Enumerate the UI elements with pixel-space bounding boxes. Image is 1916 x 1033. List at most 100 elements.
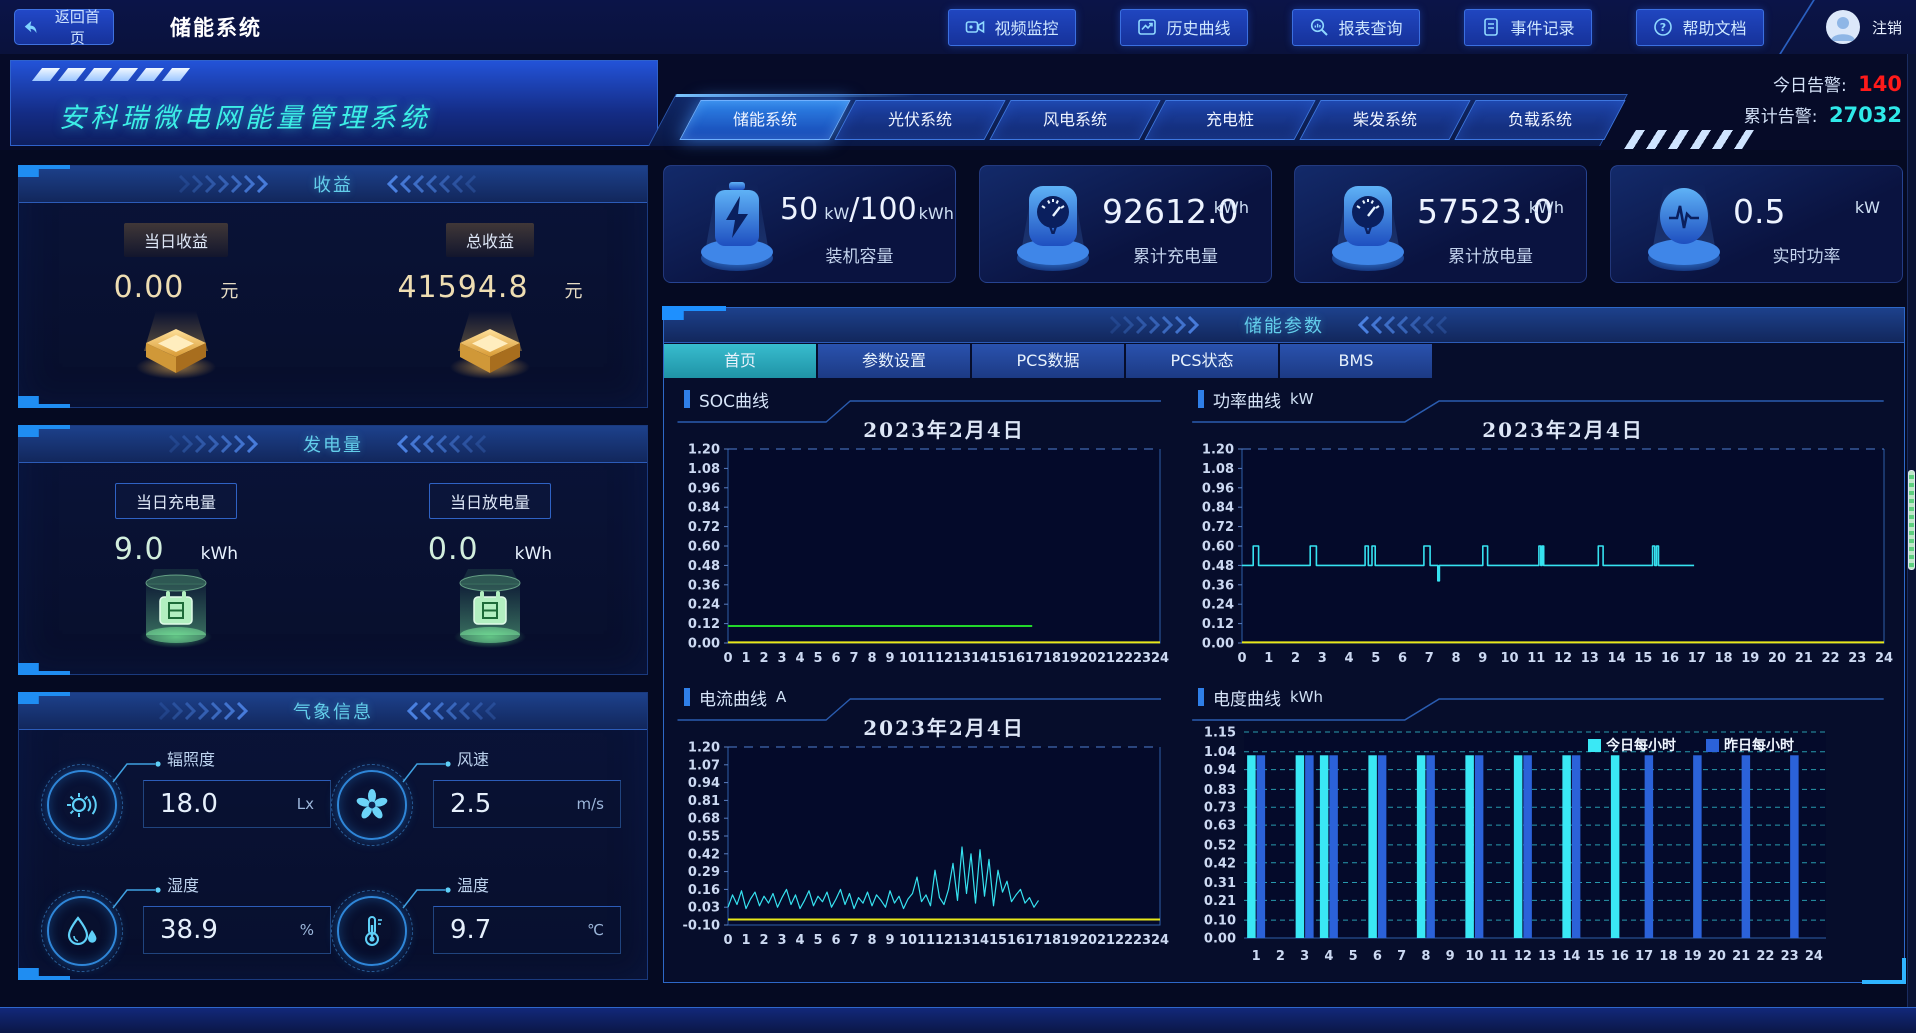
tab-bms[interactable]: BMS [1280,344,1432,378]
system-title: 安科瑞微电网能量管理系统 [59,96,431,135]
svg-text:10: 10 [899,933,917,948]
back-home-label: 返回首页 [48,6,107,48]
svg-text:9: 9 [1446,949,1455,964]
alert-today-label: 今日告警: [1773,76,1847,96]
svg-text:13: 13 [953,933,971,948]
svg-text:23: 23 [1133,933,1151,948]
daily-charge-value: 9.0 [114,532,165,567]
back-home-button[interactable]: 返回首页 [14,9,114,45]
svg-text:6: 6 [831,651,840,666]
daily-charge-unit: kWh [201,544,238,564]
tab-charging-pile[interactable]: 充电桩 [1144,100,1315,140]
scrollbar-thumb[interactable] [1908,470,1915,570]
svg-text:18: 18 [1043,933,1061,948]
svg-text:0.94: 0.94 [1204,763,1236,778]
video-monitor-button[interactable]: 视频监控 [948,9,1076,46]
navbar-actions: 视频监控 历史曲线 报表查询 [948,9,1764,46]
temperature-unit: ℃ [587,921,604,939]
svg-text:0.42: 0.42 [1204,856,1236,871]
irradiance-label: 辐照度 [167,746,215,770]
svg-text:今日每小时: 今日每小时 [1605,737,1676,754]
user-avatar-icon[interactable] [1826,10,1860,44]
svg-text:0.83: 0.83 [1204,783,1236,798]
realtime-power-card: 0.5 kW 实时功率 [1610,165,1903,283]
alert-total-row: 累计告警: 27032 [1744,101,1902,132]
user-area: 注销 [1826,10,1902,44]
svg-text:0.24: 0.24 [688,598,720,613]
total-income-group: 总收益 41594.8 元 [355,223,625,387]
alert-today-value: 140 [1858,72,1902,96]
current-chart-title: 电流曲线 [699,685,767,710]
alert-total-label: 累计告警: [1744,107,1818,127]
tab-pcs-data[interactable]: PCS数据 [972,344,1124,378]
help-docs-button[interactable]: ? 帮助文档 [1636,9,1764,46]
svg-text:0.84: 0.84 [688,501,720,516]
nav-button-label: 事件记录 [1510,15,1574,39]
chart-accent-bar [1198,390,1204,408]
svg-text:昨日每小时: 昨日每小时 [1724,737,1794,754]
svg-text:0.48: 0.48 [1202,559,1234,574]
top-navbar: 返回首页 储能系统 视频监控 历史曲线 [0,0,1916,54]
svg-text:9: 9 [1478,651,1487,666]
svg-text:24: 24 [1151,933,1169,948]
svg-text:2: 2 [1291,651,1300,666]
svg-text:17: 17 [1635,949,1653,964]
daily-charge-group: 当日充电量 9.0 kWh [41,483,311,657]
svg-text:4: 4 [1344,651,1353,666]
chart-accent-bar [1198,688,1204,706]
svg-text:1.20: 1.20 [688,741,720,756]
installed-capacity-card: 50kW/100kWh 装机容量 [663,165,956,283]
energy-chart-box: 电度曲线 kWh 0.000.100.210.310.420.520.630.7… [1186,682,1896,976]
total-discharge-unit: kWh [1529,198,1564,217]
daily-discharge-label: 当日放电量 [429,483,551,519]
tab-pv-system[interactable]: 光伏系统 [834,100,1005,140]
svg-text:0.00: 0.00 [1202,637,1234,652]
svg-text:1.08: 1.08 [688,462,720,477]
svg-text:11: 11 [1527,651,1545,666]
tab-wind-system[interactable]: 风电系统 [989,100,1160,140]
svg-text:0.12: 0.12 [1202,617,1234,632]
svg-text:11: 11 [917,651,935,666]
svg-text:0.94: 0.94 [688,776,720,791]
tab-param-settings[interactable]: 参数设置 [818,344,970,378]
svg-text:5: 5 [813,651,822,666]
svg-text:4: 4 [1324,949,1333,964]
tab-load-system[interactable]: 负载系统 [1454,100,1625,140]
svg-text:0.68: 0.68 [688,812,720,827]
power-chart-unit: kW [1290,390,1314,408]
humidity-unit: % [300,921,314,939]
svg-text:23: 23 [1133,651,1151,666]
svg-text:6: 6 [1398,651,1407,666]
svg-text:18: 18 [1714,651,1732,666]
tab-energy-storage[interactable]: 储能系统 [679,100,850,140]
event-log-button[interactable]: 事件记录 [1464,9,1592,46]
realtime-power-unit: kW [1855,198,1880,217]
svg-text:21: 21 [1732,949,1750,964]
realtime-power-label: 实时功率 [1719,242,1894,267]
svg-text:0.03: 0.03 [688,901,720,916]
humidity-value-box: 38.9 % [143,906,331,954]
svg-text:1.04: 1.04 [1204,745,1236,760]
svg-text:10: 10 [1500,651,1518,666]
svg-text:20: 20 [1079,651,1097,666]
params-tabs: 首页 参数设置 PCS数据 PCS状态 BMS [664,344,1432,378]
tab-diesel-system[interactable]: 柴发系统 [1299,100,1470,140]
svg-text:17: 17 [1025,933,1043,948]
svg-text:16: 16 [1611,949,1629,964]
soc-chart-box: SOC曲线 2023年2月4日 0.000.120.240.360.480.60… [672,384,1172,678]
svg-text:14: 14 [1607,651,1625,666]
svg-text:0.72: 0.72 [688,520,720,535]
svg-text:15: 15 [989,933,1007,948]
logout-link[interactable]: 注销 [1872,17,1902,38]
green-calendar-icon [447,567,533,653]
svg-text:0.55: 0.55 [688,830,720,845]
page-scrollbar[interactable] [1907,54,1916,1007]
hazard-stripes-decoration [1624,130,1754,149]
history-curve-button[interactable]: 历史曲线 [1120,9,1248,46]
report-query-button[interactable]: 报表查询 [1292,9,1420,46]
tab-pcs-status[interactable]: PCS状态 [1126,344,1278,378]
svg-text:16: 16 [1661,651,1679,666]
svg-text:20: 20 [1768,651,1786,666]
video-icon [965,17,985,37]
tab-home[interactable]: 首页 [664,344,816,378]
